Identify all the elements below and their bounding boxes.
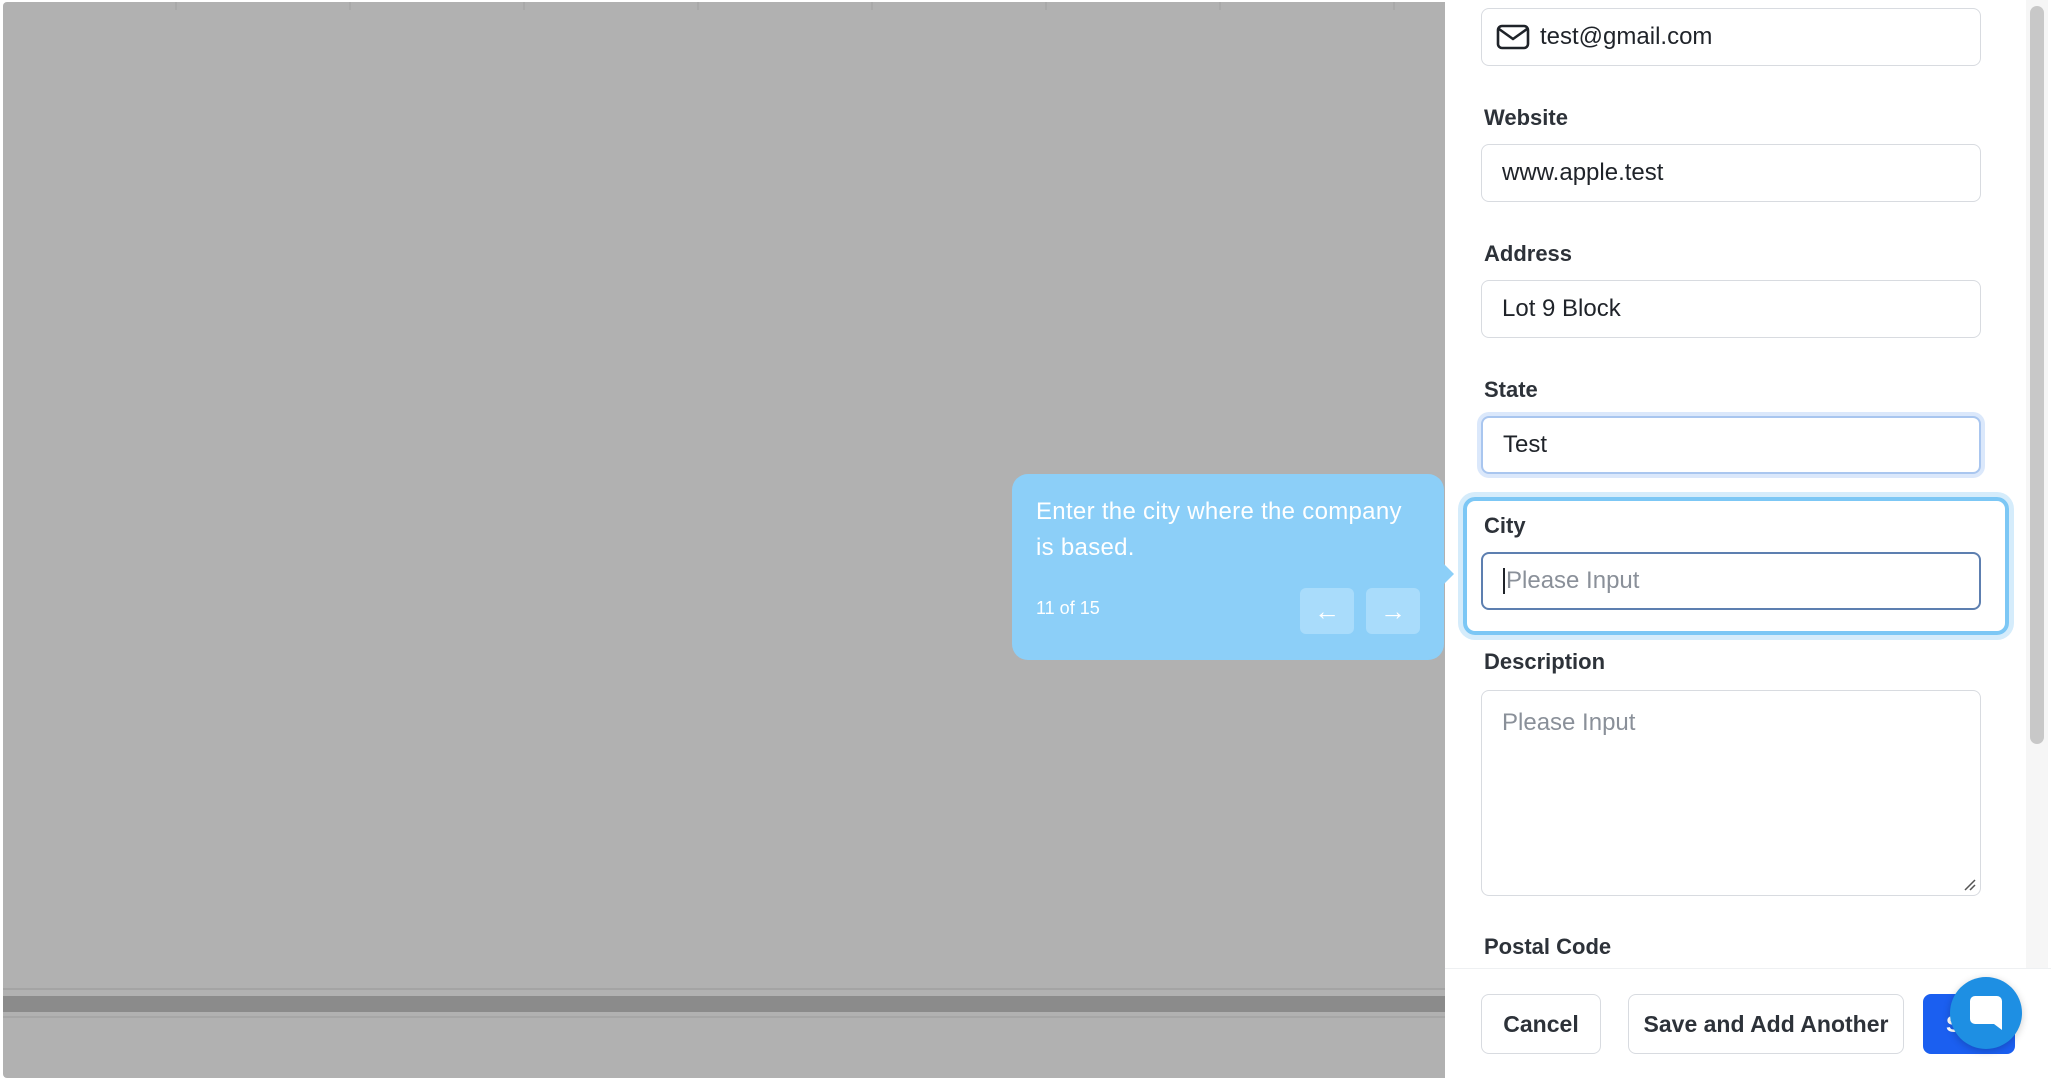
tour-tooltip: Enter the city where the company is base… (1012, 474, 1454, 660)
state-label: State (1484, 377, 1538, 402)
tour-step-counter: 11 of 15 (1036, 598, 1100, 618)
chat-launcher-button[interactable] (1950, 977, 2022, 1049)
save-and-add-another-button[interactable]: Save and Add Another (1628, 994, 1904, 1054)
arrow-left-icon: ← (1314, 595, 1340, 626)
mail-icon (1496, 24, 1530, 50)
postal-code-label: Postal Code (1484, 934, 1612, 959)
drawer-scrollbar-thumb[interactable] (2030, 6, 2044, 744)
website-field[interactable]: www.apple.test (1481, 144, 1981, 202)
background-horizontal-scrollbar[interactable] (3, 996, 1445, 1012)
state-field[interactable]: Test (1481, 416, 1981, 474)
website-value: www.apple.test (1502, 159, 1664, 186)
address-label: Address (1484, 241, 1573, 266)
description-placeholder: Please Input (1502, 709, 1636, 736)
background-divider-bottom (3, 1016, 1445, 1018)
city-placeholder: Please Input (1506, 567, 1640, 594)
email-value: test@gmail.com (1540, 23, 1713, 50)
email-field[interactable]: test@gmail.com (1481, 8, 1981, 66)
tooltip-pointer (1444, 564, 1454, 584)
description-textarea[interactable]: Please Input (1481, 690, 1981, 896)
description-label: Description (1484, 649, 1606, 674)
tour-next-button[interactable]: → (1366, 588, 1420, 634)
tour-text: Enter the city where the company is base… (1036, 498, 1402, 561)
background-divider (3, 988, 1445, 990)
arrow-right-icon: → (1380, 595, 1406, 626)
resize-grip-icon[interactable] (1962, 877, 1976, 891)
app-window: test@gmail.com Website www.apple.test Ad… (0, 0, 2054, 1081)
chat-icon (1970, 996, 2002, 1030)
address-value: Lot 9 Block (1502, 295, 1621, 322)
cancel-button[interactable]: Cancel (1481, 994, 1601, 1054)
city-label: City (1484, 513, 1526, 538)
state-value: Test (1503, 431, 1548, 458)
website-label: Website (1484, 105, 1568, 130)
city-input[interactable]: Please Input (1481, 552, 1981, 610)
tour-prev-button[interactable]: ← (1300, 588, 1354, 634)
text-caret (1503, 568, 1505, 594)
background-table-header (3, 2, 1445, 10)
address-field[interactable]: Lot 9 Block (1481, 280, 1981, 338)
